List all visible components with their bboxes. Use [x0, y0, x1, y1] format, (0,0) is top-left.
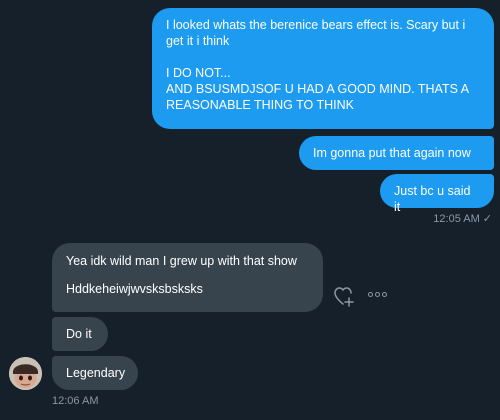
message-text: Just bc u said it [394, 184, 471, 214]
avatar[interactable] [9, 357, 42, 390]
timestamp-text: 12:05 AM [433, 212, 480, 225]
sent-message-bubble[interactable]: I looked whats the berenice bears effect… [152, 8, 494, 129]
received-message-bubble[interactable]: Do it [52, 317, 108, 351]
message-text: I DO NOT... [166, 66, 231, 80]
sent-message-bubble[interactable]: Im gonna put that again now [299, 136, 494, 170]
message-text: I looked whats the berenice bears effect… [166, 18, 466, 48]
more-horizontal-icon[interactable] [368, 292, 387, 297]
sent-message-bubble[interactable]: Just bc u said it [380, 174, 494, 214]
message-text: Im gonna put that again now [313, 146, 471, 160]
message-text: Do it [66, 327, 92, 341]
received-message-bubble[interactable]: Yea idk wild man I grew up with that sho… [52, 243, 323, 312]
received-timestamp: 12:06 AM [52, 395, 99, 407]
received-message-bubble[interactable]: Legendary [52, 356, 138, 390]
message-text: Yea idk wild man I grew up with that sho… [66, 254, 297, 268]
message-text: Hddkeheiwjwvsksbsksks [66, 282, 203, 296]
message-text: AND BSUSMDJSOF U HAD A GOOD MIND. THATS … [166, 82, 469, 112]
checkmark-icon: ✓ [482, 213, 492, 225]
sent-timestamp: 12:05 AM ✓ [433, 212, 492, 226]
heart-plus-icon[interactable] [334, 287, 356, 312]
message-text: Legendary [66, 366, 126, 380]
